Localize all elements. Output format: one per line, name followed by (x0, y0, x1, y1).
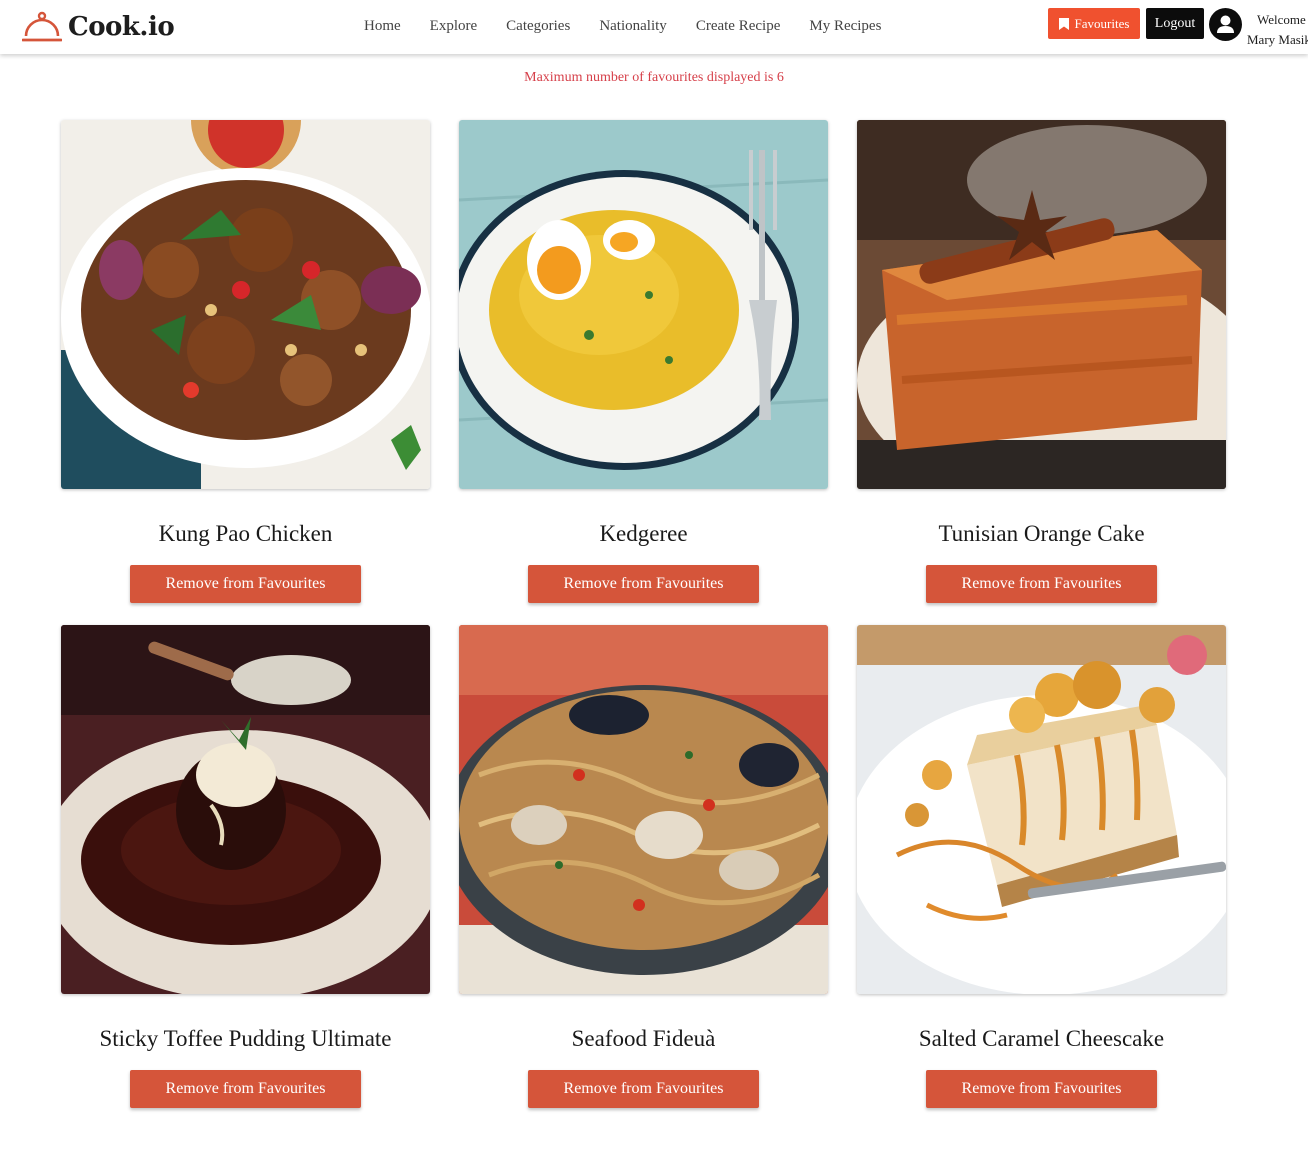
remove-from-favourites-button[interactable]: Remove from Favourites (130, 565, 361, 603)
logout-button[interactable]: Logout (1146, 8, 1204, 39)
recipe-image[interactable] (857, 625, 1226, 994)
recipe-image[interactable] (459, 120, 828, 489)
recipe-title[interactable]: Kung Pao Chicken (61, 521, 430, 547)
recipe-image[interactable] (459, 625, 828, 994)
welcome-label: Welcome (1257, 12, 1306, 27)
recipe-card: Kedgeree Remove from Favourites (459, 120, 828, 603)
recipe-card: Seafood Fideuà Remove from Favourites (459, 625, 828, 1108)
bookmark-icon (1058, 17, 1069, 30)
avatar[interactable] (1209, 8, 1242, 41)
recipe-title[interactable]: Seafood Fideuà (459, 1026, 828, 1052)
favourites-label: Favourites (1074, 15, 1130, 31)
recipe-image[interactable] (857, 120, 1226, 489)
nav-my-recipes[interactable]: My Recipes (809, 18, 881, 35)
recipe-card: Sticky Toffee Pudding Ultimate Remove fr… (61, 625, 430, 1108)
recipe-card: Kung Pao Chicken Remove from Favourites (61, 120, 430, 603)
welcome-text: Welcome Mary Masika (1247, 10, 1308, 50)
brand-name: Cook.io (68, 12, 175, 42)
recipe-title[interactable]: Sticky Toffee Pudding Ultimate (61, 1026, 430, 1052)
seafood-fideua-photo (459, 625, 828, 994)
remove-from-favourites-button[interactable]: Remove from Favourites (926, 1070, 1157, 1108)
user-name: Mary Masika (1247, 32, 1308, 47)
nav-create-recipe[interactable]: Create Recipe (696, 18, 781, 35)
recipe-title[interactable]: Tunisian Orange Cake (857, 521, 1226, 547)
favourites-button[interactable]: Favourites (1048, 8, 1140, 39)
recipe-image[interactable] (61, 120, 430, 489)
nav-nationality[interactable]: Nationality (599, 18, 667, 35)
recipe-card: Salted Caramel Cheescake Remove from Fav… (857, 625, 1226, 1108)
salted-caramel-cheesecake-photo (857, 625, 1226, 994)
sticky-toffee-pudding-photo (61, 625, 430, 994)
remove-from-favourites-button[interactable]: Remove from Favourites (926, 565, 1157, 603)
navbar: Cook.io Home Explore Categories National… (0, 0, 1308, 54)
favourites-limit-notice: Maximum number of favourites displayed i… (524, 70, 784, 85)
recipe-title[interactable]: Kedgeree (459, 521, 828, 547)
nav-home[interactable]: Home (364, 18, 401, 35)
remove-from-favourites-button[interactable]: Remove from Favourites (528, 565, 759, 603)
kedgeree-photo (459, 120, 828, 489)
recipe-card: Tunisian Orange Cake Remove from Favouri… (857, 120, 1226, 603)
nav-explore[interactable]: Explore (430, 18, 477, 35)
main-nav: Home Explore Categories Nationality Crea… (364, 18, 910, 35)
remove-from-favourites-button[interactable]: Remove from Favourites (130, 1070, 361, 1108)
user-icon (1217, 15, 1234, 33)
cloche-icon (22, 11, 62, 42)
nav-categories[interactable]: Categories (506, 18, 570, 35)
remove-from-favourites-button[interactable]: Remove from Favourites (528, 1070, 759, 1108)
brand-logo[interactable]: Cook.io (22, 8, 175, 46)
recipe-image[interactable] (61, 625, 430, 994)
recipe-title[interactable]: Salted Caramel Cheescake (857, 1026, 1226, 1052)
kung-pao-chicken-photo (61, 120, 430, 489)
tunisian-orange-cake-photo (857, 120, 1226, 489)
